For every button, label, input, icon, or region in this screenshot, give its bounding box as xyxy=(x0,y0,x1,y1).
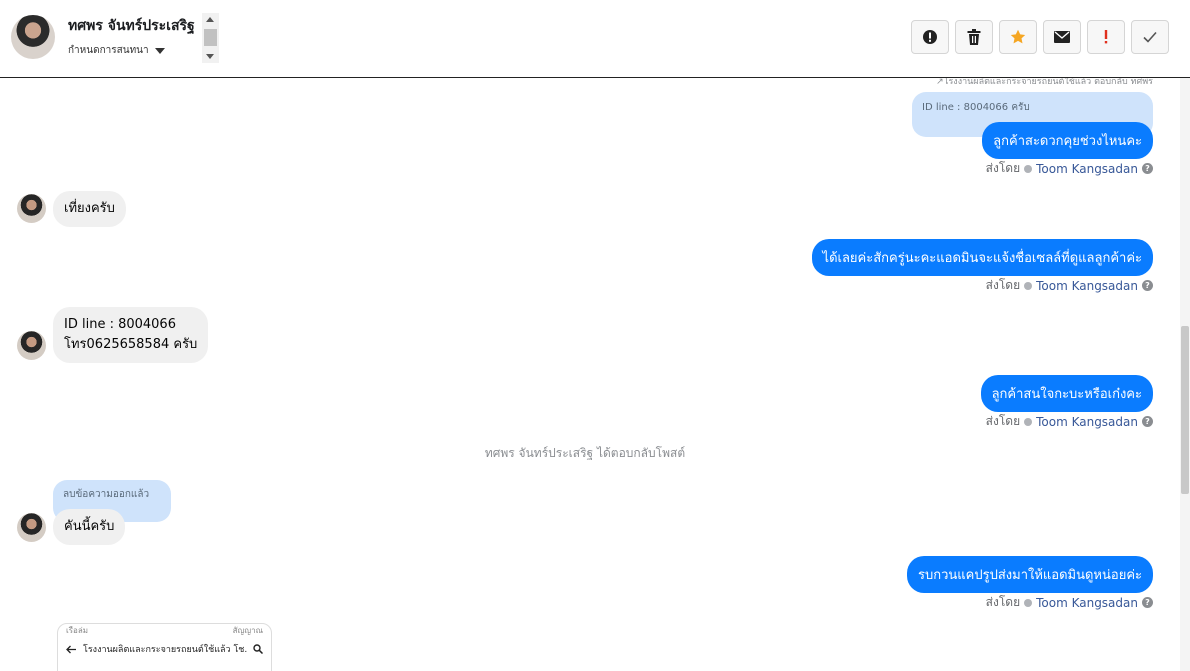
outgoing-message[interactable]: ได้เลยค่ะสักครู่นะคะแอดมินจะแจ้งชื่อเซลล… xyxy=(811,239,1153,276)
agent-status-icon xyxy=(1024,281,1033,290)
thread-scroll-thumb[interactable] xyxy=(1181,326,1189,494)
back-arrow-icon xyxy=(66,645,76,653)
attachment-status-left: เรือล่ม xyxy=(66,626,89,635)
scroll-down-icon[interactable] xyxy=(206,54,214,59)
envelope-icon xyxy=(1054,31,1070,43)
search-icon xyxy=(253,644,263,654)
header-actions xyxy=(911,20,1169,54)
help-icon[interactable]: ? xyxy=(1142,416,1153,427)
contact-name[interactable]: ทศพร จันทร์ประเสริฐ xyxy=(68,15,195,37)
conversation-subtitle: กำหนดการสนทนา xyxy=(68,45,149,56)
sent-by-line: ส่งโดย Toom Kangsadan ? xyxy=(986,412,1153,431)
star-button[interactable] xyxy=(999,20,1037,54)
agent-name[interactable]: Toom Kangsadan xyxy=(1036,279,1138,293)
system-notice: ทศพร จันทร์ประเสริฐ ได้ตอบกลับโพสต์ xyxy=(484,446,686,460)
sent-by-prefix: ส่งโดย xyxy=(985,595,1021,609)
agent-status-icon xyxy=(1024,598,1033,607)
incoming-message[interactable]: เที่ยงครับ xyxy=(53,191,126,227)
delete-button[interactable] xyxy=(955,20,993,54)
star-icon xyxy=(1010,29,1026,44)
incoming-message[interactable]: คันนี้ครับ xyxy=(53,509,126,545)
agent-status-icon xyxy=(1024,417,1033,426)
help-icon[interactable]: ? xyxy=(1142,280,1153,291)
outgoing-message[interactable]: ลูกค้าสะดวกคุยช่วงไหนคะ xyxy=(982,122,1153,159)
header-scrollbar[interactable] xyxy=(202,13,219,63)
agent-name[interactable]: Toom Kangsadan xyxy=(1036,415,1138,429)
scroll-thumb[interactable] xyxy=(204,29,217,46)
agent-name[interactable]: Toom Kangsadan xyxy=(1036,162,1138,176)
mark-unread-button[interactable] xyxy=(1043,20,1081,54)
sent-by-prefix: ส่งโดย xyxy=(985,414,1021,428)
trash-icon xyxy=(967,29,981,45)
incoming-message[interactable]: ID line : 8004066 โทร0625658584 ครับ xyxy=(53,307,209,363)
chat-app: ทศพร จันทร์ประเสริฐ กำหนดการสนทนา ↗โรงงา… xyxy=(0,0,1190,671)
contact-avatar-small[interactable] xyxy=(17,194,46,223)
agent-status-icon xyxy=(1024,164,1033,173)
mark-important-button[interactable] xyxy=(1087,20,1125,54)
alert-circle-icon xyxy=(923,30,937,44)
conversation-assign-dropdown[interactable]: กำหนดการสนทนา xyxy=(68,43,165,58)
contact-avatar-small[interactable] xyxy=(17,513,46,542)
exclamation-icon xyxy=(1104,30,1108,44)
image-attachment[interactable]: เรือล่ม สัญญาณ โรงงานผลิตและกระจายรถยนต์… xyxy=(57,623,272,671)
outgoing-message[interactable]: ลูกค้าสนใจกะบะหรือเก๋งคะ xyxy=(980,375,1153,412)
attachment-status-right: สัญญาณ xyxy=(232,626,263,635)
reply-context-cutoff: ↗โรงงานผลิตและกระจายรถยนต์ใช้แล้ว ตอบกลั… xyxy=(936,78,1153,87)
mark-done-button[interactable] xyxy=(1131,20,1169,54)
outgoing-message[interactable]: รบกวนแคปรูปส่งมาให้แอดมินดูหน่อยค่ะ xyxy=(906,556,1153,593)
sent-by-line: ส่งโดย Toom Kangsadan ? xyxy=(986,276,1153,295)
incoming-message-line: ID line : 8004066 xyxy=(64,317,176,332)
contact-avatar[interactable] xyxy=(11,15,55,59)
message-thread[interactable]: ↗โรงงานผลิตและกระจายรถยนต์ใช้แล้ว ตอบกลั… xyxy=(0,78,1180,671)
attachment-title: โรงงานผลิตและกระจายรถยนต์ใช้แล้ว โช... xyxy=(83,645,247,655)
check-icon xyxy=(1143,31,1157,43)
conversation-header: ทศพร จันทร์ประเสริฐ กำหนดการสนทนา xyxy=(0,0,1190,78)
scroll-up-icon[interactable] xyxy=(206,17,214,22)
help-icon[interactable]: ? xyxy=(1142,597,1153,608)
sent-by-line: ส่งโดย Toom Kangsadan ? xyxy=(986,159,1153,178)
agent-name[interactable]: Toom Kangsadan xyxy=(1036,596,1138,610)
mark-spam-button[interactable] xyxy=(911,20,949,54)
incoming-message-line: โทร0625658584 ครับ xyxy=(64,337,198,352)
thread-scrollbar[interactable] xyxy=(1180,78,1190,671)
caret-down-icon xyxy=(154,47,165,54)
attachment-search-row: โรงงานผลิตและกระจายรถยนต์ใช้แล้ว โช... xyxy=(58,638,271,660)
sent-by-line: ส่งโดย Toom Kangsadan ? xyxy=(986,593,1153,612)
sent-by-prefix: ส่งโดย xyxy=(985,161,1021,175)
help-icon[interactable]: ? xyxy=(1142,163,1153,174)
attachment-status-bar: เรือล่ม สัญญาณ xyxy=(58,624,271,638)
sent-by-prefix: ส่งโดย xyxy=(985,278,1021,292)
contact-avatar-small[interactable] xyxy=(17,331,46,360)
